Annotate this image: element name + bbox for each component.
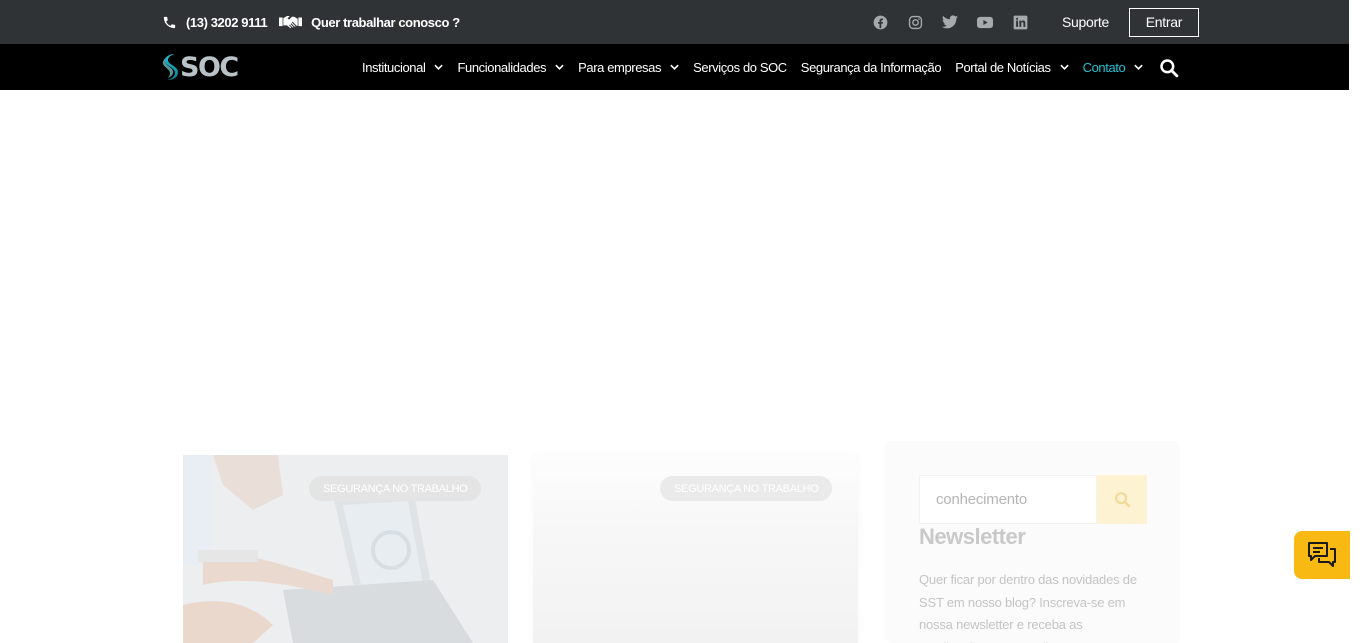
nav-item-servicos[interactable]: Serviços do SOC bbox=[693, 60, 787, 75]
youtube-icon[interactable] bbox=[977, 14, 993, 30]
jobs-link[interactable]: Quer trabalhar conosco ? bbox=[279, 15, 460, 30]
chevron-down-icon bbox=[670, 64, 679, 70]
nav-item-funcionalidades[interactable]: Funcionalidades bbox=[457, 60, 564, 75]
nav-label: Contato bbox=[1082, 59, 1126, 75]
chevron-down-icon bbox=[555, 64, 564, 70]
linkedin-icon[interactable] bbox=[1012, 14, 1028, 30]
chat-icon bbox=[1308, 542, 1336, 567]
phone-link[interactable]: (13) 3202 9111 bbox=[162, 14, 268, 30]
nav-label: Institucional bbox=[362, 59, 426, 75]
nav-item-portal-noticias[interactable]: Portal de Notícias bbox=[955, 59, 1069, 75]
logo[interactable]: SOC bbox=[162, 51, 239, 83]
category-badge[interactable]: SEGURANÇA NO TRABALHO bbox=[309, 476, 482, 501]
newsletter-title: Newsletter bbox=[919, 524, 1026, 549]
main-nav: SOC Institucional Funcionalidades Para e… bbox=[0, 44, 1349, 90]
nav-label: Portal de Notícias bbox=[955, 59, 1051, 75]
post-card[interactable]: SEGURANÇA NO TRABALHO bbox=[533, 455, 858, 643]
nav-label: Segurança da Informação bbox=[800, 59, 942, 75]
handshake-icon bbox=[279, 15, 303, 28]
nav-item-para-empresas[interactable]: Para empresas bbox=[578, 60, 679, 75]
nav-item-seguranca-informacao[interactable]: Segurança da Informação bbox=[800, 59, 942, 75]
category-badge[interactable]: SEGURANÇA NO TRABALHO bbox=[660, 476, 833, 501]
search-icon bbox=[1114, 492, 1130, 508]
logo-text: SOC bbox=[180, 51, 239, 83]
phone-number: (13) 3202 9111 bbox=[186, 14, 268, 30]
topbar-actions: Suporte Entrar bbox=[872, 0, 1199, 44]
nav-item-institucional[interactable]: Institucional bbox=[362, 59, 444, 75]
jobs-label: Quer trabalhar conosco ? bbox=[311, 14, 460, 30]
search-input[interactable]: conhecimento bbox=[919, 475, 1097, 524]
newsletter-description: Quer ficar por dentro das novidades de S… bbox=[919, 572, 1137, 643]
post-card[interactable]: SEGURANÇA NO TRABALHO bbox=[183, 455, 508, 643]
top-bar: (13) 3202 9111 Quer trabalhar conosco ? … bbox=[0, 0, 1349, 44]
instagram-icon[interactable] bbox=[907, 14, 923, 30]
sidebar: conhecimento Newsletter Quer ficar por d… bbox=[885, 441, 1180, 643]
nav-label: Para empresas bbox=[578, 59, 662, 75]
chevron-down-icon bbox=[1059, 64, 1069, 70]
nav-item-contato[interactable]: Contato bbox=[1083, 60, 1144, 75]
chevron-down-icon bbox=[1134, 64, 1144, 70]
contact-info: (13) 3202 9111 Quer trabalhar conosco ? bbox=[162, 0, 472, 44]
soc-logo-mark bbox=[163, 54, 178, 80]
chevron-down-icon bbox=[434, 64, 444, 70]
twitter-icon[interactable] bbox=[942, 14, 958, 30]
search-button[interactable] bbox=[1097, 475, 1147, 524]
search-icon[interactable] bbox=[1159, 58, 1179, 78]
phone-icon bbox=[163, 16, 176, 28]
nav-label: Funcionalidades bbox=[457, 59, 547, 75]
login-button[interactable]: Entrar bbox=[1128, 7, 1199, 37]
nav-label: Serviços do SOC bbox=[693, 59, 787, 75]
nav-menu: Institucional Funcionalidades Para empre… bbox=[362, 44, 1157, 90]
support-link[interactable]: Suporte bbox=[1062, 14, 1109, 30]
chat-button[interactable] bbox=[1294, 531, 1350, 579]
facebook-icon[interactable] bbox=[872, 14, 888, 30]
